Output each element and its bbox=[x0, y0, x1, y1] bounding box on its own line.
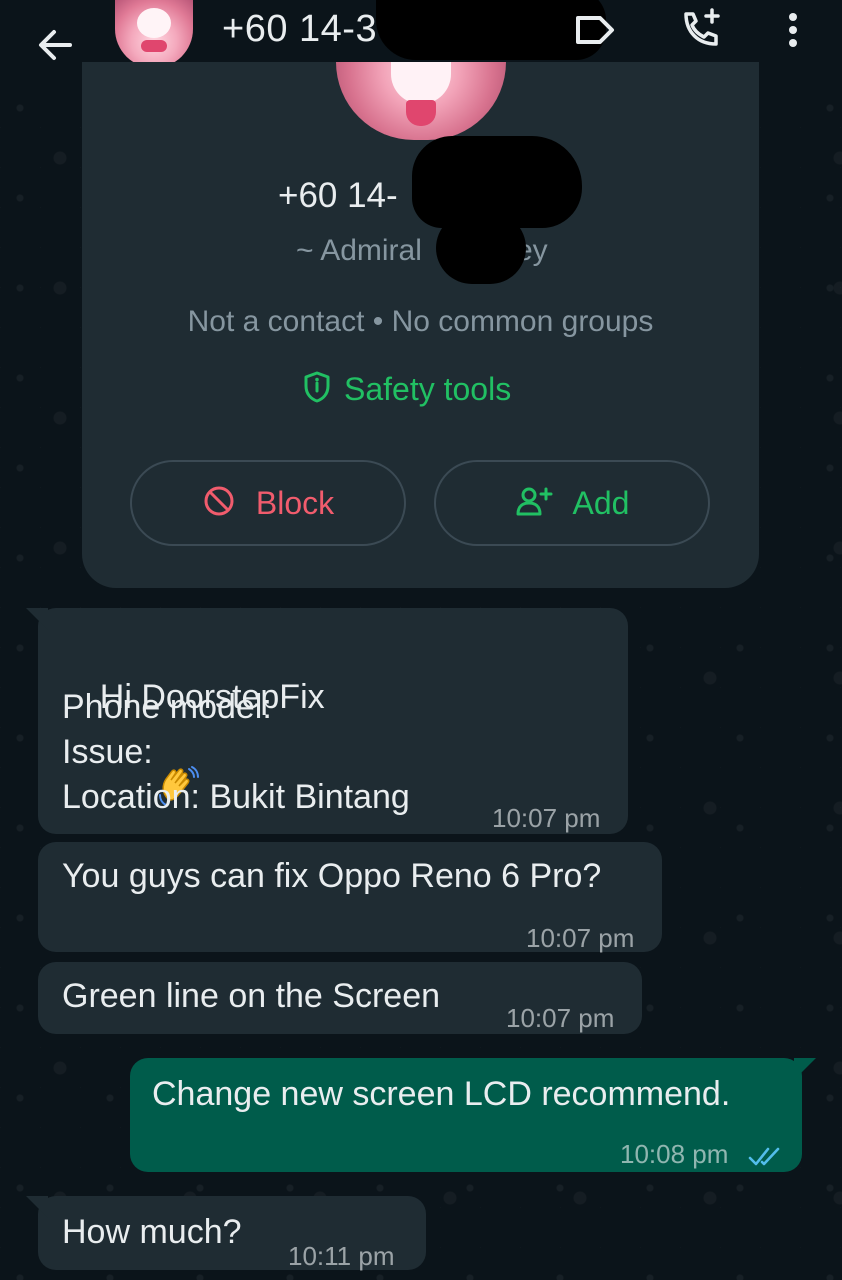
message-line: Phone model: bbox=[62, 688, 272, 726]
back-arrow-icon[interactable] bbox=[30, 20, 80, 70]
message-timestamp: 10:11 pm bbox=[288, 1241, 395, 1271]
shield-icon bbox=[302, 370, 332, 409]
add-person-icon bbox=[515, 485, 553, 522]
message-text: How much? bbox=[62, 1213, 242, 1251]
message-timestamp: 10:08 pm bbox=[620, 1139, 729, 1169]
contact-number: +60 14- bbox=[278, 176, 398, 215]
message-bubble-outgoing[interactable]: Change new screen LCD recommend. 10:08 p… bbox=[130, 1058, 816, 1172]
message-bubble[interactable]: You guys can fix Oppo Reno 6 Pro? 10:07 … bbox=[38, 842, 662, 953]
block-label: Block bbox=[255, 484, 335, 521]
message-timestamp: 10:07 pm bbox=[526, 923, 635, 953]
label-icon[interactable] bbox=[570, 12, 618, 48]
more-options-icon[interactable] bbox=[780, 6, 806, 52]
chat-title[interactable]: +60 14-3 bbox=[222, 8, 377, 51]
redaction-mark bbox=[436, 212, 526, 284]
message-timestamp: 10:07 pm bbox=[492, 803, 601, 833]
contact-push-name: ~ Admiral bbox=[296, 234, 422, 267]
safety-tools-label: Safety tools bbox=[344, 370, 512, 407]
read-receipt-icon bbox=[748, 1136, 784, 1181]
contact-status-text: Not a contact • No common groups bbox=[187, 305, 654, 338]
message-bubble[interactable]: How much? 10:11 pm bbox=[26, 1196, 426, 1271]
message-line: Location: Bukit Bintang bbox=[62, 778, 410, 816]
message-timestamp: 10:07 pm bbox=[506, 1003, 615, 1033]
message-text: Change new screen LCD recommend. bbox=[152, 1075, 731, 1113]
block-icon bbox=[202, 484, 236, 523]
message-bubble[interactable]: Hi DoorstepFix Phone model: Issue: Locat… bbox=[26, 608, 628, 834]
add-contact-button[interactable]: Add bbox=[434, 460, 710, 546]
message-text: You guys can fix Oppo Reno 6 Pro? bbox=[62, 857, 602, 895]
message-line: Issue: bbox=[62, 733, 153, 771]
message-text: Green line on the Screen bbox=[62, 977, 441, 1015]
avatar[interactable] bbox=[115, 0, 193, 68]
contact-avatar[interactable] bbox=[336, 62, 506, 140]
message-bubble[interactable]: Green line on the Screen 10:07 pm bbox=[38, 962, 642, 1034]
safety-tools-link[interactable]: Safety tools bbox=[302, 367, 511, 411]
add-call-icon[interactable] bbox=[678, 6, 724, 52]
add-label: Add bbox=[572, 484, 630, 521]
contact-info-card: +60 14- ~ Admiral ey Not a contact • No … bbox=[82, 62, 759, 588]
block-button[interactable]: Block bbox=[130, 460, 406, 546]
